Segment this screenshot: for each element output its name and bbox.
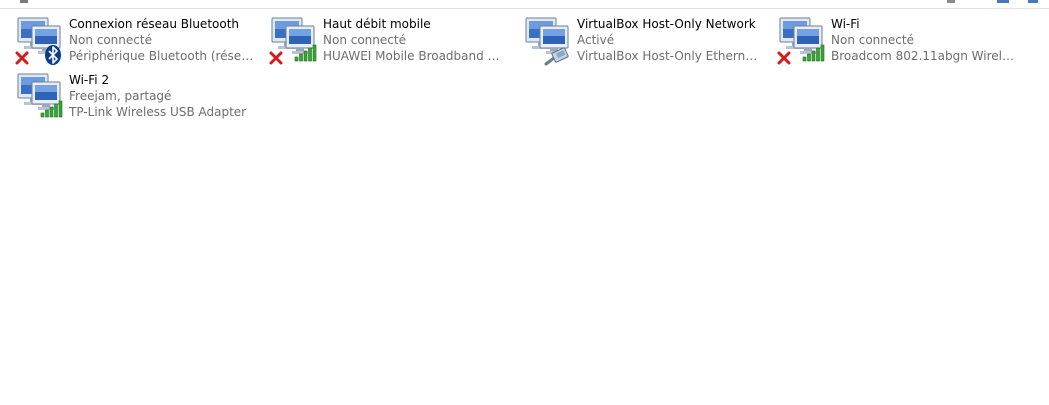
help-icon[interactable] <box>1026 0 1040 4</box>
view-options-icon[interactable] <box>944 0 958 4</box>
connection-item-virtualbox[interactable]: VirtualBox Host-Only Network Activé Virt… <box>508 12 763 66</box>
connection-name: Connexion réseau Bluetooth <box>69 17 240 31</box>
disconnected-x-icon <box>269 51 283 65</box>
toolbar-icon[interactable] <box>18 0 32 4</box>
bluetooth-icon <box>45 45 61 65</box>
network-connections-window: Connexion réseau Bluetooth Non connecté … <box>0 0 1049 405</box>
connection-device: HUAWEI Mobile Broadband Mod... <box>323 49 509 63</box>
connection-status: Freejam, partagé <box>69 89 172 103</box>
connection-status: Non connecté <box>69 33 152 47</box>
connection-device: Broadcom 802.11abgn Wireless S... <box>831 49 1017 63</box>
connection-name: Haut débit mobile <box>323 17 431 31</box>
connection-item-mobile-broadband[interactable]: Haut débit mobile Non connecté HUAWEI Mo… <box>254 12 509 66</box>
signal-bars-icon <box>802 44 825 62</box>
connection-device: VirtualBox Host-Only Ethernet Ad... <box>577 49 763 63</box>
connection-status: Activé <box>577 33 615 47</box>
toolbar-strip <box>0 0 1049 9</box>
connection-text: Wi-Fi 2 Freejam, partagé TP-Link Wireles… <box>69 72 255 120</box>
ethernet-cable-icon <box>544 47 569 66</box>
connection-status: Non connecté <box>323 33 406 47</box>
connection-item-bluetooth[interactable]: Connexion réseau Bluetooth Non connecté … <box>0 12 255 66</box>
connections-list: Connexion réseau Bluetooth Non connecté … <box>0 12 1049 405</box>
connection-text: Wi-Fi Non connecté Broadcom 802.11abgn W… <box>831 16 1017 64</box>
disconnected-x-icon <box>15 51 29 65</box>
signal-bars-icon <box>294 44 317 62</box>
connection-name: Wi-Fi 2 <box>69 73 110 87</box>
connection-item-wifi-2[interactable]: Wi-Fi 2 Freejam, partagé TP-Link Wireles… <box>0 68 250 122</box>
connection-device: Périphérique Bluetooth (réseau p... <box>69 49 255 63</box>
connection-text: VirtualBox Host-Only Network Activé Virt… <box>577 16 763 64</box>
connection-name: Wi-Fi <box>831 17 860 31</box>
change-view-icon[interactable] <box>996 0 1010 4</box>
disconnected-x-icon <box>777 51 791 65</box>
connection-item-wifi[interactable]: Wi-Fi Non connecté Broadcom 802.11abgn W… <box>762 12 1017 66</box>
connection-text: Haut débit mobile Non connecté HUAWEI Mo… <box>323 16 509 64</box>
connection-status: Non connecté <box>831 33 914 47</box>
connection-text: Connexion réseau Bluetooth Non connecté … <box>69 16 255 64</box>
connection-device: TP-Link Wireless USB Adapter <box>69 105 247 119</box>
connection-name: VirtualBox Host-Only Network <box>577 17 756 31</box>
signal-bars-icon <box>40 100 63 118</box>
